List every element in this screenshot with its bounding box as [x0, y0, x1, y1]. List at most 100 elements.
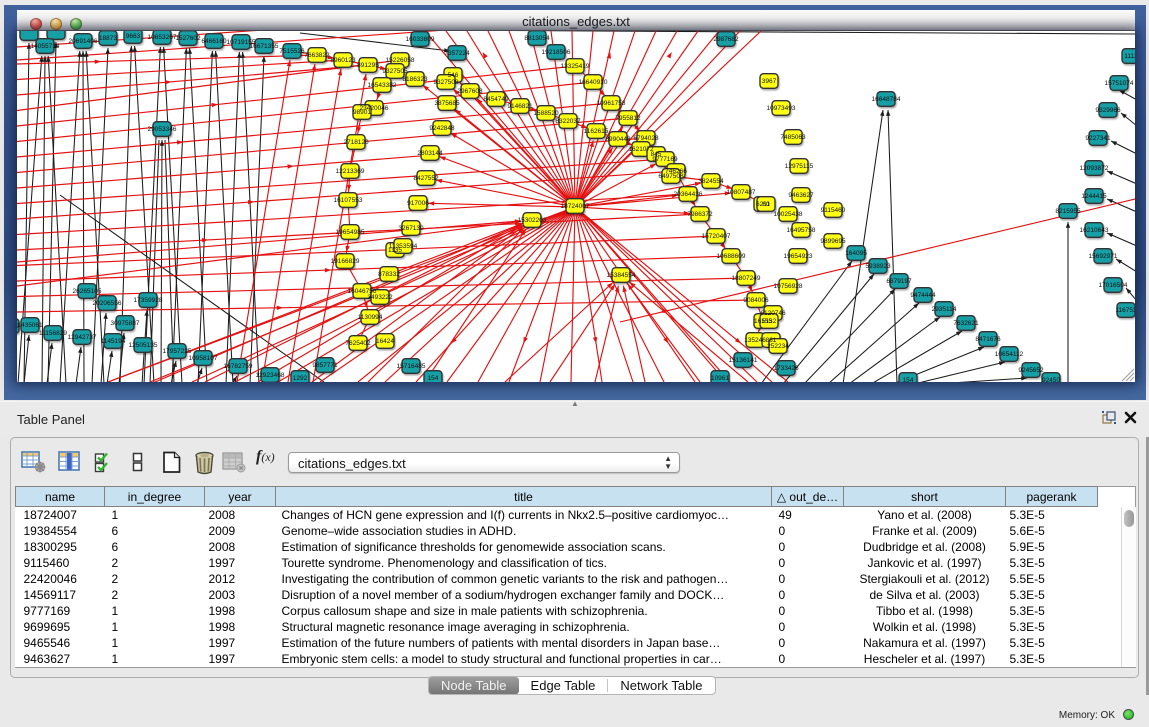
svg-text:98901: 98901 [353, 109, 371, 116]
svg-text:8427552: 8427552 [413, 175, 439, 182]
svg-text:15226058: 15226058 [386, 57, 415, 64]
svg-text:9146821: 9146821 [507, 103, 533, 110]
svg-text:3267130: 3267130 [398, 225, 424, 232]
svg-text:878332: 878332 [378, 271, 400, 278]
svg-text:1527602: 1527602 [175, 35, 201, 42]
svg-text:10958107: 10958107 [189, 355, 218, 362]
svg-text:12923468: 12923468 [256, 372, 285, 379]
svg-text:15720407: 15720407 [702, 233, 731, 240]
svg-text:9242848: 9242848 [429, 125, 455, 132]
svg-text:16495758: 16495758 [787, 227, 816, 234]
svg-text:7485063: 7485063 [780, 134, 806, 141]
svg-text:10688609: 10688609 [717, 253, 746, 260]
svg-text:9329966: 9329966 [1095, 107, 1121, 114]
svg-text:19218506: 19218506 [542, 49, 571, 56]
svg-text:6466160: 6466160 [201, 38, 227, 45]
svg-text:7357224: 7357224 [444, 50, 470, 57]
svg-text:9115460: 9115460 [821, 207, 846, 214]
svg-text:10653267: 10653267 [148, 34, 177, 41]
svg-text:26265105: 26265105 [73, 288, 102, 295]
svg-text:6794028: 6794028 [633, 135, 659, 142]
svg-text:13325419: 13325419 [561, 63, 590, 70]
svg-text:2718120: 2718120 [343, 139, 369, 146]
svg-text:9857771: 9857771 [312, 362, 338, 369]
svg-text:18807249: 18807249 [732, 275, 761, 282]
svg-text:10025438: 10025438 [774, 211, 803, 218]
svg-text:11156829: 11156829 [39, 330, 67, 337]
svg-text:15384554: 15384554 [607, 272, 636, 279]
svg-text:9245652: 9245652 [1018, 367, 1044, 374]
svg-text:9777169: 9777169 [652, 156, 678, 163]
svg-text:1733426: 1733426 [773, 365, 799, 372]
svg-text:154: 154 [428, 375, 439, 382]
svg-text:15302203: 15302203 [518, 217, 547, 224]
svg-text:3493222: 3493222 [367, 294, 393, 301]
svg-text:9663: 9663 [126, 33, 141, 40]
svg-text:17359928: 17359928 [134, 297, 163, 304]
svg-text:1112: 1112 [1124, 53, 1135, 60]
svg-text:6497508: 6497508 [658, 173, 684, 180]
svg-text:16424: 16424 [376, 338, 394, 345]
svg-text:20691406: 20691406 [69, 38, 98, 45]
svg-text:3875685: 3875685 [434, 100, 460, 107]
svg-text:546: 546 [448, 72, 459, 79]
svg-text:16782759: 16782759 [224, 363, 253, 370]
svg-text:8471676: 8471676 [975, 336, 1001, 343]
svg-text:16648784: 16648784 [872, 96, 901, 103]
svg-text:9327505: 9327505 [382, 68, 408, 75]
svg-text:9084006: 9084006 [743, 297, 769, 304]
svg-text:17016504: 17016504 [1099, 282, 1128, 289]
svg-text:18873: 18873 [99, 35, 117, 42]
svg-text:9463627: 9463627 [788, 192, 814, 199]
svg-text:10961758: 10961758 [597, 100, 626, 107]
svg-text:7515526: 7515526 [279, 48, 305, 55]
svg-text:7625402: 7625402 [345, 340, 371, 347]
svg-text:6879197: 6879197 [886, 278, 912, 285]
svg-text:2987682: 2987682 [713, 36, 739, 43]
svg-text:60: 60 [762, 201, 770, 208]
svg-text:1130994: 1130994 [358, 314, 383, 321]
svg-text:19654923: 19654923 [784, 253, 813, 260]
svg-text:2935114: 2935114 [932, 306, 957, 313]
svg-text:9474444: 9474444 [910, 292, 936, 299]
svg-text:164095: 164095 [845, 250, 867, 257]
svg-text:16543382: 16543382 [368, 82, 397, 89]
svg-text:917006: 917006 [407, 200, 429, 207]
svg-text:2803144: 2803144 [417, 150, 443, 157]
svg-text:1292: 1292 [293, 375, 308, 382]
svg-text:16640910: 16640910 [579, 79, 608, 86]
svg-text:15716485: 15716485 [397, 363, 426, 370]
svg-text:8990448: 8990448 [605, 136, 631, 143]
svg-text:19166829: 19166829 [331, 258, 360, 265]
svg-text:8186323: 8186323 [402, 76, 428, 83]
svg-text:1145194: 1145194 [101, 338, 126, 345]
svg-text:5938923: 5938923 [865, 263, 891, 270]
svg-text:18724007: 18724007 [561, 203, 590, 210]
svg-text:12093872: 12093872 [1080, 165, 1109, 172]
svg-text:30975887: 30975887 [111, 320, 140, 327]
svg-text:15692971: 15692971 [1089, 253, 1118, 260]
svg-text:6120746: 6120746 [760, 310, 786, 317]
svg-text:8215955: 8215955 [1055, 208, 1081, 215]
svg-text:7663822: 7663822 [304, 52, 330, 59]
svg-text:8454749: 8454749 [483, 96, 509, 103]
svg-text:1435061: 1435061 [17, 322, 43, 329]
svg-text:16671355: 16671355 [250, 43, 279, 50]
svg-text:16107553: 16107553 [334, 197, 363, 204]
svg-text:891295: 891295 [357, 62, 379, 69]
svg-text:7632621: 7632621 [953, 320, 979, 327]
svg-text:8813054: 8813054 [524, 35, 550, 42]
svg-text:15136141: 15136141 [729, 357, 758, 364]
svg-text:16033809: 16033809 [406, 36, 435, 43]
svg-text:10756928: 10756928 [774, 283, 803, 290]
svg-text:10973493: 10973493 [767, 105, 796, 112]
svg-text:1244415: 1244415 [1081, 193, 1107, 200]
svg-text:19654985: 19654985 [336, 229, 365, 236]
svg-text:252234: 252234 [767, 343, 789, 350]
svg-text:9899695: 9899695 [820, 238, 846, 245]
svg-text:7955812: 7955812 [615, 115, 641, 122]
svg-text:10807487: 10807487 [727, 189, 756, 196]
svg-text:9327508: 9327508 [433, 79, 459, 86]
svg-text:116753: 116753 [1115, 307, 1135, 314]
svg-text:7986372: 7986372 [687, 211, 713, 218]
